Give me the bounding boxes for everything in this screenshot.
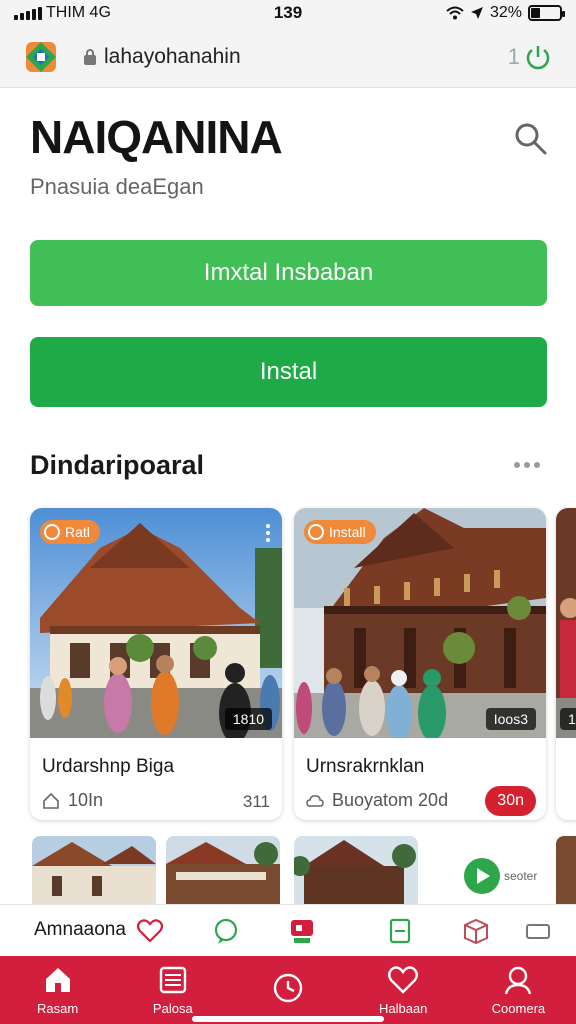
power-icon[interactable] bbox=[524, 43, 552, 71]
carrier-label: THIM 4G bbox=[46, 4, 111, 21]
card-meta: 10In bbox=[42, 790, 103, 811]
nav-item-clock[interactable] bbox=[230, 956, 345, 1024]
url-field[interactable]: lahayohanahin bbox=[104, 45, 241, 69]
chat-icon[interactable] bbox=[212, 917, 240, 945]
thumbnail-image bbox=[556, 836, 576, 904]
nav-item-favorites[interactable]: Halbaan bbox=[346, 956, 461, 1024]
card-meta-text: 10In bbox=[68, 790, 104, 810]
page-subtitle: Pnasuia deaEgan bbox=[30, 174, 204, 199]
thumbnail[interactable] bbox=[294, 836, 418, 904]
badge-icon bbox=[308, 524, 324, 540]
card-badge-label: Install bbox=[329, 524, 366, 540]
home-icon bbox=[45, 968, 70, 992]
heart-icon[interactable] bbox=[136, 917, 164, 945]
lock-icon bbox=[84, 48, 96, 65]
battery-fill bbox=[531, 8, 540, 18]
page-title: NAIQANINA bbox=[30, 111, 283, 163]
card-counter: Ioos3 bbox=[485, 708, 536, 730]
wifi-icon bbox=[446, 6, 464, 20]
card-meta-text: Buoyatom 20d bbox=[332, 790, 449, 810]
badge-icon bbox=[44, 524, 60, 540]
home-indicator bbox=[192, 1016, 384, 1022]
window-icon[interactable] bbox=[524, 917, 552, 945]
home-outline-icon bbox=[43, 792, 59, 809]
card-title: Urnsrakrnklan bbox=[306, 756, 425, 777]
content-card[interactable]: Install Ioos3 Urnsrakrnklan Buoyatom 20d… bbox=[294, 508, 546, 820]
cloud-outline-icon bbox=[306, 794, 324, 807]
battery-percent: 32% bbox=[489, 4, 522, 21]
card-image: Ratl 1810 bbox=[30, 508, 282, 738]
card-counter: 1 bbox=[560, 708, 576, 730]
thumbnail-image bbox=[32, 836, 156, 904]
status-bar: THIM 4G 139 32% bbox=[0, 0, 576, 26]
card-image: 1 bbox=[556, 508, 576, 738]
install-button[interactable]: Instal bbox=[30, 337, 547, 407]
search-icon[interactable] bbox=[512, 120, 548, 156]
list-icon bbox=[159, 966, 186, 994]
thumbnail[interactable] bbox=[166, 836, 280, 904]
card-title: Urdarshnp Biga bbox=[42, 756, 175, 777]
secondary-install-button[interactable]: Imxtal Insbaban bbox=[30, 240, 547, 306]
nav-label: Palosa bbox=[152, 1001, 193, 1016]
document-icon[interactable] bbox=[386, 917, 414, 945]
bottom-nav: Rasam Palosa Halbaan Coomera bbox=[0, 956, 576, 1024]
card-meta: Buoyatom 20d bbox=[306, 790, 448, 811]
card-badge: Install bbox=[304, 520, 376, 544]
url-right: 1 bbox=[508, 43, 552, 71]
section-title: Dindaripoaral bbox=[30, 450, 205, 480]
thumbnail[interactable] bbox=[32, 836, 156, 904]
url-bar: lahayohanahin 1 bbox=[0, 26, 576, 88]
card-menu-icon[interactable] bbox=[266, 524, 270, 542]
thumbnail-image bbox=[166, 836, 280, 904]
thumbnail-image bbox=[294, 836, 418, 904]
card-photo bbox=[556, 508, 576, 738]
more-options-icon[interactable] bbox=[514, 462, 540, 468]
nav-item-profile[interactable]: Coomera bbox=[461, 956, 576, 1024]
nav-label: Coomera bbox=[491, 1001, 546, 1016]
nav-item-list[interactable]: Palosa bbox=[115, 956, 230, 1024]
status-right: 32% bbox=[446, 4, 565, 22]
location-arrow-icon bbox=[470, 7, 483, 19]
card-badge-label: Ratl bbox=[65, 524, 90, 540]
battery-icon bbox=[528, 5, 565, 21]
content-card[interactable]: Ratl 1810 Urdarshnp Biga 10In 311 bbox=[30, 508, 282, 820]
card-action-button[interactable]: 30n bbox=[485, 786, 536, 816]
status-left: THIM 4G bbox=[14, 4, 111, 22]
profile-icon bbox=[505, 966, 532, 995]
card-image: Install Ioos3 bbox=[294, 508, 546, 738]
card-meta-right: 311 bbox=[242, 792, 270, 811]
thumbnail[interactable] bbox=[556, 836, 576, 904]
strip-label: Amnaaona bbox=[34, 919, 126, 940]
fab[interactable]: seoter bbox=[464, 858, 537, 894]
media-icon[interactable] bbox=[288, 917, 316, 945]
fab-label: seoter bbox=[504, 869, 538, 883]
nav-label: Rasam bbox=[37, 1001, 79, 1016]
box-icon[interactable] bbox=[462, 917, 490, 945]
secondary-toolbar: Amnaaona bbox=[0, 904, 576, 956]
heart-icon bbox=[388, 966, 419, 994]
site-logo-icon[interactable] bbox=[24, 40, 58, 74]
card-counter: 1810 bbox=[224, 708, 272, 730]
nav-item-home[interactable]: Rasam bbox=[0, 956, 115, 1024]
card-badge: Ratl bbox=[40, 520, 100, 544]
tab-count[interactable]: 1 bbox=[508, 44, 520, 70]
signal-icon bbox=[14, 6, 42, 20]
clock-icon bbox=[273, 973, 303, 1002]
nav-label: Halbaan bbox=[378, 1001, 428, 1016]
content-card[interactable]: 1 bbox=[556, 508, 576, 820]
play-icon[interactable] bbox=[464, 858, 500, 894]
